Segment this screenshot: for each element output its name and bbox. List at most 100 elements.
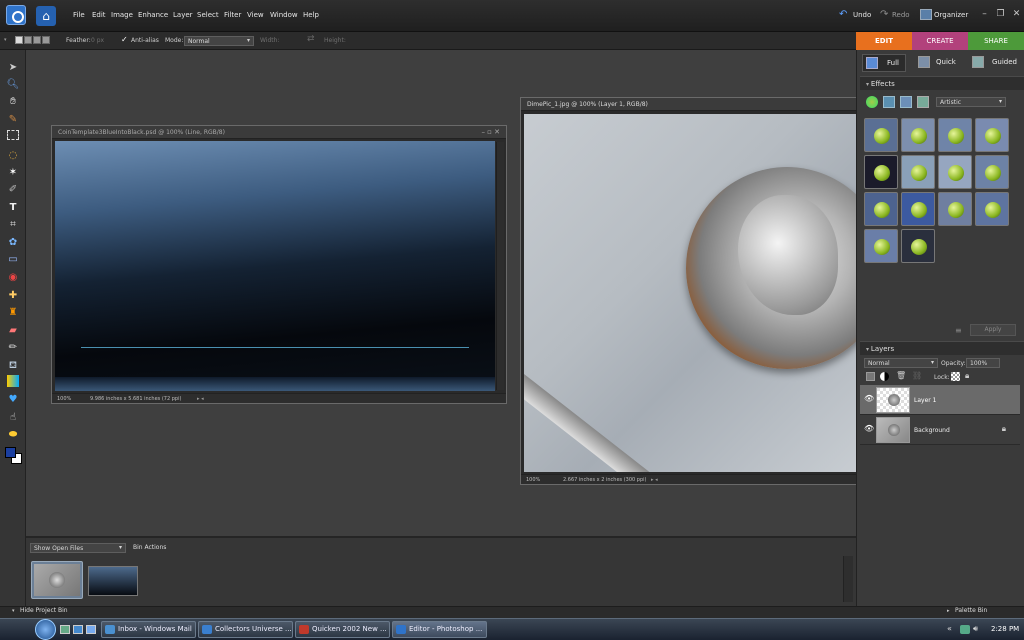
blend-mode-select[interactable]: Normal ▾ — [864, 358, 938, 368]
layer-name[interactable]: Layer 1 — [914, 397, 936, 404]
menu-file[interactable]: File — [73, 11, 85, 19]
show-all-icon[interactable] — [917, 96, 929, 108]
move-icon[interactable]: ➤ — [5, 60, 21, 76]
organizer-icon[interactable] — [920, 9, 932, 20]
effect-thumbnail[interactable] — [975, 118, 1009, 152]
filters-icon[interactable] — [866, 96, 878, 108]
delete-layer-icon[interactable]: 🗑︎ — [896, 371, 906, 380]
close-icon[interactable]: ✕ — [1011, 9, 1022, 20]
menu-enhance[interactable]: Enhance — [138, 11, 168, 19]
visibility-eye-icon[interactable]: 👁︎ — [864, 394, 874, 403]
blur-icon[interactable]: ☝ — [5, 410, 21, 426]
tab-create[interactable]: CREATE — [912, 32, 968, 50]
zoom-level[interactable]: 100% — [526, 475, 540, 485]
hide-project-bin-button[interactable]: Hide Project Bin — [20, 607, 68, 614]
status-arrow-icon[interactable]: ▸ ◂ — [197, 394, 204, 404]
menu-view[interactable]: View — [247, 11, 264, 19]
switch-windows-icon[interactable] — [73, 625, 83, 634]
undo-button[interactable]: Undo — [853, 11, 871, 19]
marquee-icon[interactable] — [7, 130, 19, 140]
vertical-scrollbar[interactable] — [496, 142, 504, 390]
effect-thumbnail[interactable] — [975, 155, 1009, 189]
add-selection-icon[interactable] — [24, 36, 32, 44]
tab-guided[interactable]: Guided — [970, 54, 1020, 72]
straighten-icon[interactable]: ▭ — [5, 252, 21, 268]
zoom-level[interactable]: 100% — [57, 394, 71, 404]
tab-share[interactable]: SHARE — [968, 32, 1024, 50]
taskbar-item-photoshop[interactable]: Editor - Photoshop ... — [392, 621, 487, 638]
effect-thumbnail[interactable] — [901, 229, 935, 263]
effect-thumbnail[interactable] — [938, 192, 972, 226]
window-controls-icon[interactable]: – ▫ ✕ — [481, 128, 500, 136]
bin-scrollbar[interactable] — [843, 556, 853, 602]
cookie-cutter-icon[interactable]: ✿ — [5, 235, 21, 251]
bin-actions-menu[interactable]: Bin Actions — [133, 544, 166, 551]
feather-value[interactable]: 0 px — [91, 37, 104, 44]
start-orb-icon[interactable] — [35, 619, 56, 640]
effect-thumbnail[interactable] — [864, 192, 898, 226]
hand-icon[interactable]: ✋︎ — [5, 94, 21, 110]
hide-bin-arrow-icon[interactable]: ▾ — [12, 608, 15, 614]
menu-help[interactable]: Help — [303, 11, 319, 19]
gradient-icon[interactable] — [7, 375, 19, 387]
palette-bin-arrow-icon[interactable]: ▸ — [947, 608, 950, 614]
effect-thumbnail[interactable] — [864, 118, 898, 152]
eyedropper-icon[interactable]: ✎ — [5, 112, 21, 128]
zoom-icon[interactable]: 🔍︎ — [5, 77, 21, 93]
taskbar-item-windows-mail[interactable]: Inbox - Windows Mail — [101, 621, 196, 638]
tab-full[interactable]: Full — [862, 54, 906, 72]
effect-thumbnail[interactable] — [938, 155, 972, 189]
layers-panel-header[interactable]: ▾ Layers — [860, 341, 1024, 355]
effect-thumbnail[interactable] — [901, 118, 935, 152]
anti-alias-checkbox[interactable]: Anti-alias — [131, 37, 159, 44]
intersect-selection-icon[interactable] — [42, 36, 50, 44]
tab-quick[interactable]: Quick — [916, 54, 962, 72]
lock-all-icon[interactable]: 🔒︎ — [965, 371, 969, 381]
effect-thumbnail[interactable] — [975, 192, 1009, 226]
palette-bin-button[interactable]: Palette Bin — [955, 607, 987, 614]
document-window-template[interactable]: CoinTemplate3BlueIntoBlack.psd @ 100% (L… — [51, 125, 507, 404]
effect-thumbnail[interactable] — [864, 155, 898, 189]
eraser-icon[interactable]: ▰ — [5, 323, 21, 339]
volume-icon[interactable]: 🔊︎ — [973, 624, 978, 634]
taskbar-item-collectors-universe[interactable]: Collectors Universe ... — [198, 621, 293, 638]
effect-thumbnail[interactable] — [901, 155, 935, 189]
opacity-input[interactable]: 100% — [966, 358, 1000, 368]
show-desktop-icon[interactable] — [60, 625, 70, 634]
menu-window[interactable]: Window — [270, 11, 298, 19]
type-icon[interactable]: T — [5, 200, 21, 216]
mode-select[interactable]: Normal ▾ — [184, 36, 254, 46]
menu-layer[interactable]: Layer — [173, 11, 193, 19]
subtract-selection-icon[interactable] — [33, 36, 41, 44]
effect-thumbnail[interactable] — [864, 229, 898, 263]
layer-name[interactable]: Background — [914, 427, 950, 434]
layer-styles-icon[interactable] — [883, 96, 895, 108]
selection-brush-icon[interactable]: ✐ — [5, 182, 21, 198]
undo-icon[interactable]: ↶ — [839, 10, 851, 20]
status-arrow-icon[interactable]: ▸ ◂ — [651, 475, 658, 485]
canvas-template[interactable] — [55, 141, 495, 391]
menu-image[interactable]: Image — [111, 11, 133, 19]
layer-row-layer1[interactable]: 👁︎ Layer 1 — [860, 385, 1020, 415]
document-window-dime[interactable]: DimePic_1.jpg @ 100% (Layer 1, RGB/8) 10… — [520, 97, 860, 485]
taskbar-item-quicken[interactable]: Quicken 2002 New ... — [295, 621, 390, 638]
lasso-icon[interactable]: ◌ — [5, 148, 21, 164]
photo-effects-icon[interactable] — [900, 96, 912, 108]
red-eye-icon[interactable]: ◉ — [5, 270, 21, 286]
bin-thumb-dime[interactable] — [31, 561, 83, 599]
link-layers-icon[interactable]: ⛓︎ — [912, 371, 922, 380]
paint-bucket-icon[interactable]: ⛾ — [5, 358, 21, 374]
tray-expand-icon[interactable]: « — [947, 624, 952, 633]
effects-panel-header[interactable]: ▾ Effects — [860, 76, 1024, 90]
minimize-icon[interactable]: – — [979, 9, 990, 20]
effects-category-select[interactable]: Artistic ▾ — [936, 97, 1006, 107]
organizer-button[interactable]: Organizer — [934, 11, 968, 19]
magic-wand-icon[interactable]: ✶ — [5, 165, 21, 181]
shape-icon[interactable]: ♥ — [5, 392, 21, 408]
healing-brush-icon[interactable]: ✚ — [5, 288, 21, 304]
checkmark-icon[interactable]: ✓ — [121, 35, 128, 44]
effect-thumbnail[interactable] — [901, 192, 935, 226]
brush-icon[interactable]: ✏ — [5, 340, 21, 356]
adjustment-layer-icon[interactable] — [880, 372, 889, 381]
tab-edit[interactable]: EDIT — [856, 32, 912, 50]
